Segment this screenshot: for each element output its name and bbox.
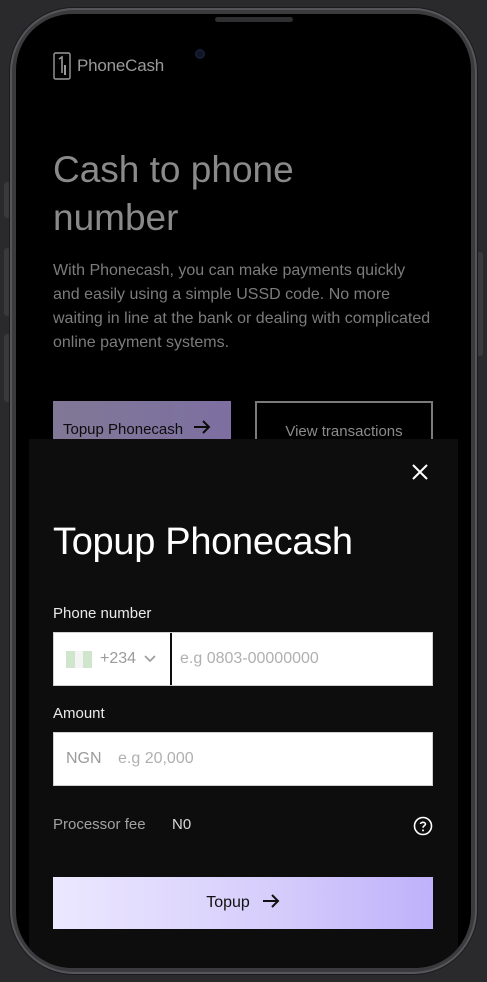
topup-phonecash-label: Topup Phonecash bbox=[63, 420, 184, 438]
amount-input[interactable] bbox=[110, 749, 432, 769]
speaker-grille bbox=[215, 17, 293, 22]
phone-number-field: +234 bbox=[53, 632, 433, 686]
front-camera bbox=[195, 49, 205, 59]
hero-description: With Phonecash, you can make payments qu… bbox=[53, 262, 431, 351]
modal-title: Topup Phonecash bbox=[53, 521, 353, 563]
brand-logo[interactable]: PhoneCash bbox=[53, 52, 164, 80]
amount-label: Amount bbox=[53, 705, 105, 722]
processor-fee-value: N0 bbox=[172, 816, 192, 833]
topup-modal: Topup Phonecash Phone number +234 Amount… bbox=[29, 439, 458, 968]
currency-prefix: NGN bbox=[66, 750, 102, 767]
country-code-select[interactable]: +234 bbox=[54, 633, 172, 685]
topup-submit-label: Topup bbox=[206, 894, 250, 911]
phone-number-label: Phone number bbox=[53, 605, 152, 622]
view-transactions-label: View transactions bbox=[285, 423, 403, 440]
phone-number-input[interactable] bbox=[172, 649, 432, 669]
power-button bbox=[477, 252, 483, 356]
phonecash-logo-icon bbox=[53, 52, 71, 80]
amount-field: NGN bbox=[53, 732, 433, 786]
arrow-right-icon bbox=[193, 420, 211, 438]
chevron-down-icon bbox=[144, 650, 156, 668]
phone-screen: PhoneCash Cash to phone number With Phon… bbox=[16, 14, 471, 968]
close-icon[interactable] bbox=[409, 461, 431, 483]
processor-fee-label: Processor fee bbox=[53, 816, 146, 833]
topup-submit-button[interactable]: Topup bbox=[53, 877, 433, 929]
question-circle-icon[interactable] bbox=[413, 816, 433, 836]
dial-code: +234 bbox=[100, 650, 137, 667]
hero-title: Cash to phone number bbox=[53, 149, 294, 238]
nigeria-flag-icon bbox=[66, 650, 93, 668]
arrow-right-icon bbox=[262, 893, 280, 913]
brand-name: PhoneCash bbox=[77, 56, 165, 75]
